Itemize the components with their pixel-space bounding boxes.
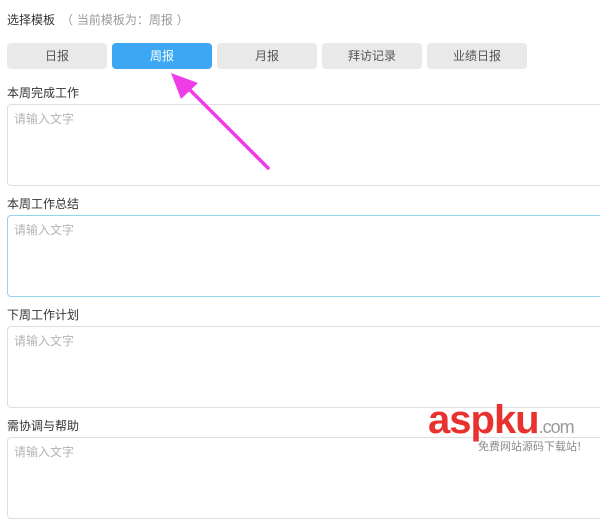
- current-template-hint: （ 当前模板为：周报 ）: [61, 13, 189, 27]
- tab-monthly[interactable]: 月报: [217, 43, 317, 69]
- tab-weekly[interactable]: 周报: [112, 43, 212, 69]
- next-week-plan-textarea[interactable]: [7, 326, 600, 408]
- tab-performance-daily[interactable]: 业绩日报: [427, 43, 527, 69]
- completed-work-textarea[interactable]: [7, 104, 600, 186]
- section-title-completed-work: 本周完成工作: [7, 86, 80, 100]
- watermark-tagline: 免费网站源码下载站!: [478, 440, 582, 453]
- section-title-next-week-plan: 下周工作计划: [7, 308, 80, 322]
- site-watermark: aspku.com 免费网站源码下载站!: [428, 398, 600, 456]
- section-title-work-summary: 本周工作总结: [7, 197, 80, 211]
- work-summary-textarea[interactable]: [7, 215, 600, 297]
- arrow-head: [171, 73, 198, 99]
- tab-visit-record[interactable]: 拜访记录: [322, 43, 422, 69]
- template-label-text: 选择模板: [7, 13, 56, 27]
- section-title-coordination-help: 需协调与帮助: [7, 419, 80, 433]
- template-tabs: 日报 周报 月报 拜访记录 业绩日报: [7, 43, 547, 69]
- tab-daily[interactable]: 日报: [7, 43, 107, 69]
- template-select-label: 选择模板 （ 当前模板为：周报 ）: [7, 11, 189, 28]
